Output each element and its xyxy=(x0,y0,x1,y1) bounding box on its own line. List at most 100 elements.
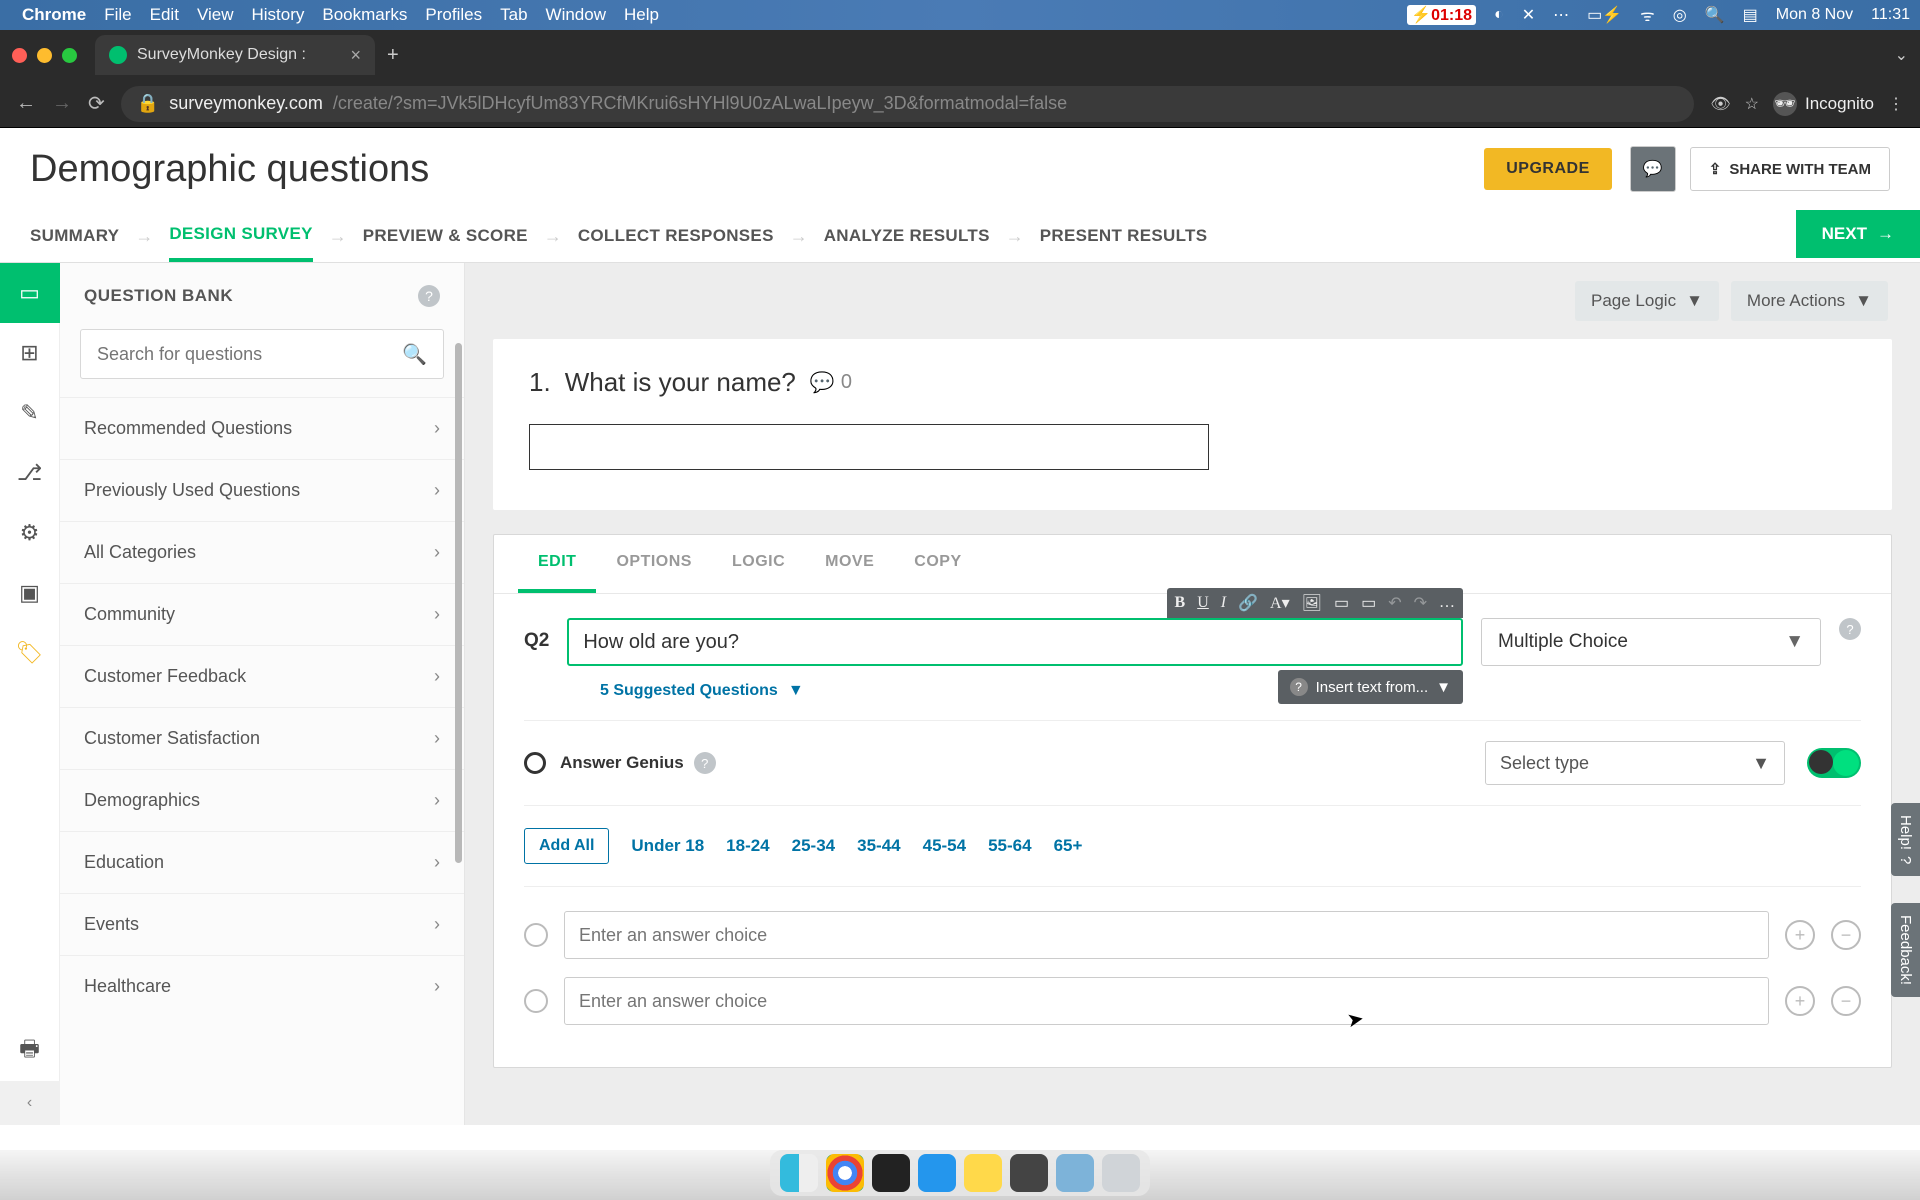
dock-folder-icon[interactable] xyxy=(1056,1154,1094,1192)
bookmark-star-icon[interactable]: ☆ xyxy=(1745,94,1759,114)
step-design-survey[interactable]: DESIGN SURVEY xyxy=(169,210,312,262)
rail-print-icon[interactable]: 🖶 xyxy=(0,1021,60,1081)
add-answer-button[interactable]: + xyxy=(1785,920,1815,950)
chip-45-54[interactable]: 45-54 xyxy=(923,836,966,856)
rail-question-bank-icon[interactable]: ▭ xyxy=(0,263,60,323)
menu-history[interactable]: History xyxy=(251,5,304,25)
spotlight-icon[interactable]: 🔍 xyxy=(1705,5,1725,25)
eye-off-icon[interactable]: 👁 xyxy=(1710,94,1730,114)
answer-input[interactable] xyxy=(564,911,1769,959)
help-side-tab[interactable]: Help!? xyxy=(1891,803,1920,876)
chip-under-18[interactable]: Under 18 xyxy=(631,836,704,856)
editor-tab-copy[interactable]: COPY xyxy=(894,535,981,593)
rail-builder-icon[interactable]: ⊞ xyxy=(0,323,60,383)
remove-answer-button[interactable]: − xyxy=(1831,986,1861,1016)
remove-answer-button[interactable]: − xyxy=(1831,920,1861,950)
kebab-menu-icon[interactable]: ⋮ xyxy=(1888,94,1904,114)
back-button[interactable]: ← xyxy=(16,92,36,115)
category-demographics[interactable]: Demographics› xyxy=(60,769,464,831)
answer-genius-toggle[interactable] xyxy=(1807,748,1861,778)
reload-button[interactable]: ⟳ xyxy=(88,91,105,116)
tab-close-icon[interactable]: × xyxy=(350,45,361,66)
menu-window[interactable]: Window xyxy=(546,5,606,25)
sidebar-help-icon[interactable]: ? xyxy=(418,285,440,307)
share-with-team-button[interactable]: ⇪SHARE WITH TEAM xyxy=(1690,147,1890,191)
step-analyze-results[interactable]: ANALYZE RESULTS xyxy=(824,212,990,260)
answer-input[interactable] xyxy=(564,977,1769,1025)
bold-icon[interactable]: B xyxy=(1175,594,1186,612)
chip-55-64[interactable]: 55-64 xyxy=(988,836,1031,856)
rail-options-icon[interactable]: ⚙ xyxy=(0,503,60,563)
menubar-date[interactable]: Mon 8 Nov xyxy=(1776,6,1853,24)
more-actions-button[interactable]: More Actions▼ xyxy=(1731,281,1888,321)
text-color-icon[interactable]: A▾ xyxy=(1270,593,1290,613)
editor-tab-logic[interactable]: LOGIC xyxy=(712,535,805,593)
suggested-questions-button[interactable]: 5 Suggested Questions ▼ xyxy=(524,666,1861,700)
category-community[interactable]: Community› xyxy=(60,583,464,645)
dock-notes-icon[interactable] xyxy=(964,1154,1002,1192)
address-bar[interactable]: 🔒 surveymonkey.com/create/?sm=JVk5lDHcyf… xyxy=(121,86,1695,122)
menu-file[interactable]: File xyxy=(104,5,131,25)
more-format-icon[interactable]: … xyxy=(1439,594,1455,612)
tabs-overflow-icon[interactable]: ⌄ xyxy=(1895,45,1908,65)
category-customer-feedback[interactable]: Customer Feedback› xyxy=(60,645,464,707)
battery-icon[interactable]: ▭⚡ xyxy=(1587,5,1622,25)
question-search-box[interactable]: 🔍 xyxy=(80,329,444,379)
category-events[interactable]: Events› xyxy=(60,893,464,955)
window-fullscreen-icon[interactable] xyxy=(62,48,77,63)
upgrade-button[interactable]: UPGRADE xyxy=(1484,148,1612,190)
category-customer-satisfaction[interactable]: Customer Satisfaction› xyxy=(60,707,464,769)
dock-docker-icon[interactable] xyxy=(918,1154,956,1192)
search-input[interactable] xyxy=(97,344,402,365)
question-1-title[interactable]: 1. What is your name? 💬0 xyxy=(529,367,1856,398)
rail-style-icon[interactable]: ✎ xyxy=(0,383,60,443)
feedback-side-tab[interactable]: Feedback! xyxy=(1891,903,1920,997)
sidebar-scrollbar[interactable] xyxy=(455,343,462,863)
battery-indicator[interactable]: ⚡01:18 xyxy=(1407,5,1476,25)
menu-help[interactable]: Help xyxy=(624,5,659,25)
window-minimize-icon[interactable] xyxy=(37,48,52,63)
step-present-results[interactable]: PRESENT RESULTS xyxy=(1040,212,1208,260)
chip-18-24[interactable]: 18-24 xyxy=(726,836,769,856)
window-close-icon[interactable] xyxy=(12,48,27,63)
category-all[interactable]: All Categories› xyxy=(60,521,464,583)
siri-icon[interactable]: ▤ xyxy=(1743,5,1758,25)
browser-tab[interactable]: SurveyMonkey Design : × xyxy=(95,35,375,75)
chat-button[interactable]: 💬 xyxy=(1630,146,1676,192)
survey-title[interactable]: Demographic questions xyxy=(30,148,429,191)
video-icon[interactable]: ▭ xyxy=(1334,593,1349,613)
question-type-select[interactable]: Multiple Choice ▼ xyxy=(1481,618,1821,666)
rail-logic-icon[interactable]: ⎇ xyxy=(0,443,60,503)
status-icon-2[interactable]: ✕ xyxy=(1522,5,1535,25)
editor-tab-options[interactable]: OPTIONS xyxy=(596,535,712,593)
incognito-indicator[interactable]: 🕶 Incognito xyxy=(1773,92,1874,116)
control-center-icon[interactable]: ◎ xyxy=(1673,5,1687,25)
dock-trash-icon[interactable] xyxy=(1102,1154,1140,1192)
menubar-app-name[interactable]: Chrome xyxy=(22,5,86,25)
dock-chrome-icon[interactable] xyxy=(826,1154,864,1192)
q1-comments[interactable]: 💬0 xyxy=(810,370,852,395)
status-icon-1[interactable]: ◐ xyxy=(1494,6,1504,24)
search-icon[interactable]: 🔍 xyxy=(402,342,427,367)
menu-view[interactable]: View xyxy=(197,5,234,25)
image-icon[interactable]: 🖼 xyxy=(1302,593,1322,613)
category-previously-used[interactable]: Previously Used Questions› xyxy=(60,459,464,521)
page-logic-button[interactable]: Page Logic▼ xyxy=(1575,281,1719,321)
step-preview-score[interactable]: PREVIEW & SCORE xyxy=(363,212,528,260)
embed-icon[interactable]: ▭ xyxy=(1361,593,1376,613)
new-tab-button[interactable]: + xyxy=(387,44,399,67)
question-type-help-icon[interactable]: ? xyxy=(1839,618,1861,640)
menu-bookmarks[interactable]: Bookmarks xyxy=(322,5,407,25)
category-healthcare[interactable]: Healthcare› xyxy=(60,955,464,1017)
question-text-input[interactable] xyxy=(567,618,1463,666)
editor-tab-move[interactable]: MOVE xyxy=(805,535,894,593)
rail-tag-icon[interactable]: 🏷 xyxy=(0,623,60,683)
category-education[interactable]: Education› xyxy=(60,831,464,893)
dock-finder-icon[interactable] xyxy=(780,1154,818,1192)
rail-layout-icon[interactable]: ▣ xyxy=(0,563,60,623)
chip-35-44[interactable]: 35-44 xyxy=(857,836,900,856)
wifi-icon[interactable]: ᯤ xyxy=(1640,4,1655,26)
menu-tab[interactable]: Tab xyxy=(500,5,527,25)
underline-icon[interactable]: U xyxy=(1197,594,1209,612)
answer-genius-help-icon[interactable]: ? xyxy=(694,752,716,774)
